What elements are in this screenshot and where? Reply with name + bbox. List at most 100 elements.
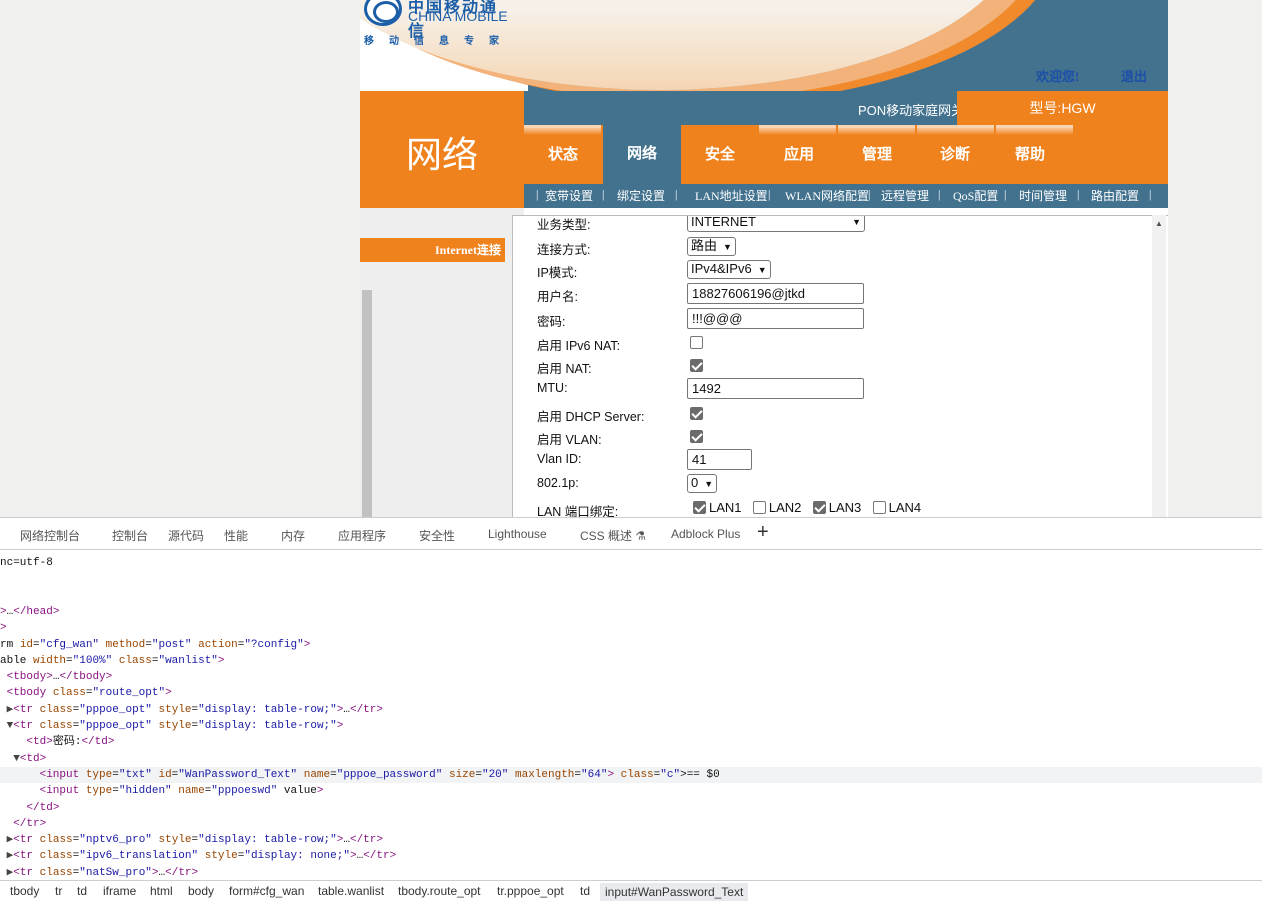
code-line[interactable]: <tbody class="route_opt">	[0, 685, 1262, 701]
tab-diagnose[interactable]: 诊断	[916, 135, 994, 184]
tab-security[interactable]: 安全	[681, 135, 759, 184]
devtools-tab-lighthouse[interactable]: Lighthouse	[488, 527, 547, 541]
devtools-tab-application[interactable]: 应用程序	[338, 527, 386, 544]
breadcrumb-item[interactable]: td	[580, 884, 590, 898]
tab-cap	[524, 125, 601, 135]
devtools-tab-memory[interactable]: 内存	[281, 527, 305, 544]
mode-label: 连接方式:	[537, 243, 591, 257]
submenu-sep: |	[938, 187, 941, 201]
tab-manage[interactable]: 管理	[838, 135, 916, 184]
breadcrumb-item[interactable]: td	[77, 884, 87, 898]
code-line[interactable]	[0, 588, 1262, 604]
breadcrumb-item[interactable]: html	[150, 884, 173, 898]
code-line[interactable]: <td>密码:</td>	[0, 734, 1262, 750]
breadcrumb-item[interactable]: iframe	[103, 884, 136, 898]
lan4-checkbox[interactable]	[872, 501, 886, 515]
devtools-add-tab-icon[interactable]: +	[757, 521, 769, 544]
code-line[interactable]: rm id="cfg_wan" method="post" action="?c…	[0, 637, 1262, 653]
code-line[interactable]: able width="100%" class="wanlist">	[0, 653, 1262, 669]
8021p-value: 0	[691, 475, 699, 490]
tab-status[interactable]: 状态	[524, 135, 602, 184]
tab-apps[interactable]: 应用	[760, 135, 838, 184]
code-line[interactable]: <tbody>…</tbody>	[0, 669, 1262, 685]
devtools-tab-security[interactable]: 安全性	[419, 527, 455, 544]
breadcrumb-item[interactable]: tbody.route_opt	[398, 884, 481, 898]
vlan-checkbox[interactable]	[690, 430, 703, 444]
submenu-wlan[interactable]: WLAN网络配置	[785, 187, 869, 204]
nat-checkbox[interactable]	[690, 359, 703, 373]
model-label: 型号:HGW	[957, 91, 1168, 125]
code-line[interactable]: nc=utf-8	[0, 555, 1262, 571]
submenu-remote[interactable]: 远程管理	[881, 187, 929, 204]
lan1-checkbox[interactable]	[693, 501, 706, 515]
breadcrumb-item[interactable]: tr.pppoe_opt	[497, 884, 564, 898]
submenu-sep: |	[536, 187, 539, 201]
chevron-down-icon: ▼	[704, 479, 714, 489]
code-line[interactable]: ▼<tr class="pppoe_opt" style="display: t…	[0, 718, 1262, 734]
code-line-selected[interactable]: <input type="txt" id="WanPassword_Text" …	[0, 766, 1262, 783]
submenu-sep: |	[1077, 187, 1080, 201]
submenu-sep: |	[675, 187, 678, 201]
logout-link[interactable]: 退出	[1121, 66, 1147, 85]
devtools-tab-css-overview[interactable]: CSS 概述 ⚗	[580, 527, 646, 544]
code-line[interactable]: ▶<tr class="ipv6_translation" style="dis…	[0, 848, 1262, 864]
service-select[interactable]: INTERNET ▼	[687, 216, 865, 232]
breadcrumb-item[interactable]: form#cfg_wan	[229, 884, 304, 898]
mode-select[interactable]: 路由 ▼	[687, 237, 736, 256]
lan4-option[interactable]: LAN4	[870, 499, 921, 515]
submenu-broadband[interactable]: 宽带设置	[545, 187, 593, 204]
code-line[interactable]: >	[0, 620, 1262, 636]
scroll-up-icon[interactable]: ▲	[1153, 219, 1165, 231]
dhcp-checkbox[interactable]	[690, 407, 703, 421]
code-line[interactable]: </td>	[0, 800, 1262, 816]
code-line[interactable]: <input type="hidden" name="pppoeswd" val…	[0, 783, 1262, 799]
breadcrumb-current[interactable]: input#WanPassword_Text	[600, 883, 749, 901]
tab-help[interactable]: 帮助	[991, 135, 1069, 184]
row-vlanid: Vlan ID: 41	[513, 449, 1153, 471]
breadcrumb-item[interactable]: table.wanlist	[318, 884, 384, 898]
devtools-tab-adblock[interactable]: Adblock Plus	[671, 527, 740, 541]
lan2-label: LAN2	[768, 500, 802, 516]
tab-network[interactable]: 网络	[603, 125, 681, 184]
code-line[interactable]: ▶<tr class="pppoe_opt" style="display: t…	[0, 702, 1262, 718]
lan3-checkbox[interactable]	[812, 501, 826, 515]
8021p-select[interactable]: 0 ▼	[687, 474, 718, 493]
code-line[interactable]: >…</head>	[0, 604, 1262, 620]
wan-form: 业务类型: INTERNET ▼ 连接方式: 路由 ▼ IP模式: IPv4&IPv…	[512, 215, 1168, 517]
left-nav-internet[interactable]: Internet连接	[360, 238, 505, 262]
submenu-qos[interactable]: QoS配置	[953, 187, 998, 204]
devtools-tab-performance[interactable]: 性能	[224, 527, 248, 544]
code-line[interactable]: ▼<td>	[0, 751, 1262, 767]
ipv6nat-checkbox[interactable]	[690, 336, 703, 350]
row-8021p: 802.1p: 0 ▼	[513, 474, 1153, 496]
row-mode: 连接方式: 路由 ▼	[513, 237, 1153, 260]
code-line[interactable]: ▶<tr class="nptv6_pro" style="display: t…	[0, 832, 1262, 848]
devtools-tab-console[interactable]: 控制台	[112, 527, 148, 544]
submenu-lan[interactable]: LAN地址设置	[695, 187, 768, 204]
devtools-tab-network-console[interactable]: 网络控制台	[20, 527, 80, 544]
vlanid-input[interactable]: 41	[687, 449, 752, 470]
ipmode-select[interactable]: IPv4&IPv6 ▼	[687, 260, 771, 279]
password-input[interactable]: !!!@@@	[687, 308, 864, 329]
submenu-sep: |	[1149, 187, 1152, 201]
content-scrollbar[interactable]	[1152, 215, 1166, 517]
code-line[interactable]: ▶<tr class="natSw_pro">…</tr>	[0, 865, 1262, 881]
username-input[interactable]: 18827606196@jtkd	[687, 283, 864, 304]
breadcrumb-item[interactable]: tr	[55, 884, 62, 898]
devtools-tab-sources[interactable]: 源代码	[168, 527, 204, 544]
lan2-option[interactable]: LAN2	[750, 499, 802, 516]
submenu-route[interactable]: 路由配置	[1091, 187, 1139, 204]
submenu-binding[interactable]: 绑定设置	[617, 187, 665, 204]
code-line[interactable]	[0, 571, 1262, 587]
submenu-time[interactable]: 时间管理	[1019, 187, 1067, 204]
lan3-option[interactable]: LAN3	[810, 499, 861, 515]
mtu-input[interactable]: 1492	[687, 378, 864, 399]
breadcrumb-item[interactable]: body	[188, 884, 214, 898]
scrollbar-thumb[interactable]	[362, 290, 372, 517]
code-line[interactable]: </tr>	[0, 816, 1262, 832]
username-label: 用户名:	[537, 290, 578, 304]
lan1-option[interactable]: LAN1	[690, 499, 742, 515]
breadcrumb-item[interactable]: tbody	[10, 884, 39, 898]
lan2-checkbox[interactable]	[752, 501, 766, 515]
welcome-link[interactable]: 欢迎您!	[1036, 66, 1079, 85]
